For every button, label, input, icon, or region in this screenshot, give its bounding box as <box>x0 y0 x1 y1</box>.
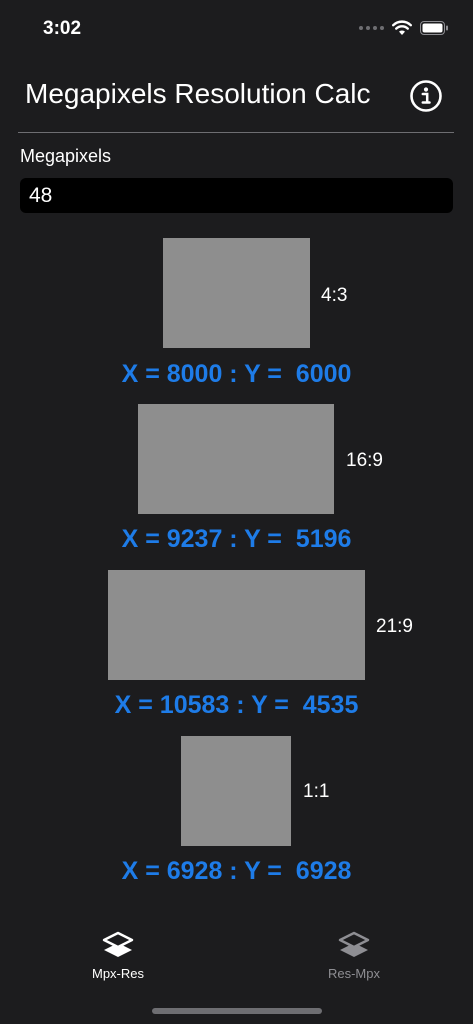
cellular-signal-icon <box>359 26 384 30</box>
page-title: Megapixels Resolution Calc <box>25 78 371 109</box>
ratio-label-16-9: 16:9 <box>346 450 383 471</box>
ratio-preview-21-9 <box>108 570 365 680</box>
layers-icon <box>102 931 134 957</box>
megapixels-input[interactable] <box>20 178 453 213</box>
megapixels-label: Megapixels <box>20 146 112 166</box>
ratio-label-1-1: 1:1 <box>303 781 330 802</box>
ratio-preview-16-9 <box>138 404 334 514</box>
layers-icon <box>338 931 370 957</box>
tab-res-mpx[interactable]: Res-Mpx <box>294 920 414 990</box>
result-4-3: X = 8000 : Y = 6000 <box>121 360 352 388</box>
status-time: 3:02 <box>43 18 82 39</box>
result-16-9: X = 9237 : Y = 5196 <box>121 525 352 553</box>
nav-header: Megapixels Resolution Calc <box>0 70 473 132</box>
header-divider <box>18 132 454 133</box>
tab-label-res-mpx: Res-Mpx <box>327 966 380 981</box>
result-1-1: X = 6928 : Y = 6928 <box>121 857 352 885</box>
ratio-label-21-9: 21:9 <box>376 616 413 637</box>
status-indicators <box>359 20 449 36</box>
wifi-icon <box>392 20 412 35</box>
ratio-label-4-3: 4:3 <box>321 285 348 306</box>
ratio-preview-4-3 <box>163 238 310 348</box>
ratio-preview-1-1 <box>181 736 291 846</box>
home-indicator[interactable] <box>152 1008 322 1014</box>
tab-mpx-res[interactable]: Mpx-Res <box>58 920 178 990</box>
info-circle-icon <box>410 80 442 112</box>
tab-label-mpx-res: Mpx-Res <box>91 966 144 981</box>
result-21-9: X = 10583 : Y = 4535 <box>114 691 359 719</box>
info-button[interactable] <box>409 79 443 113</box>
battery-icon <box>420 21 448 35</box>
status-bar: 3:02 <box>0 0 473 56</box>
